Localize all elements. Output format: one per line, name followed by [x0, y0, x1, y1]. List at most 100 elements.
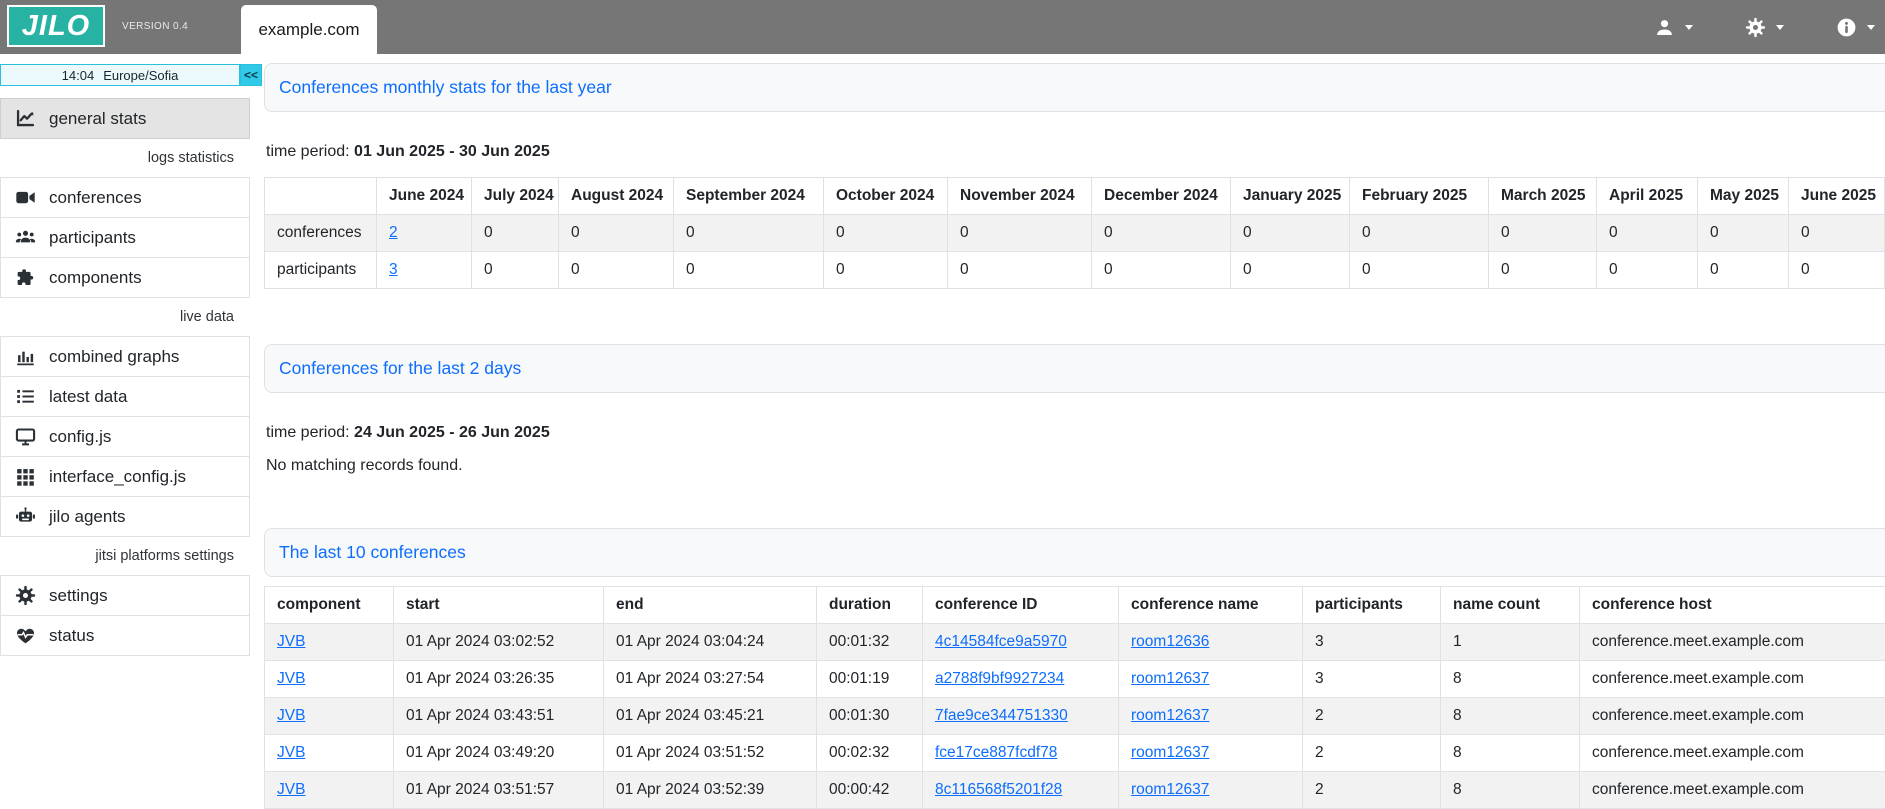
- video-icon: [15, 187, 36, 208]
- stat-value-cell: 0: [1789, 252, 1885, 289]
- sidebar-item-general-stats[interactable]: general stats: [0, 98, 250, 139]
- user-menu[interactable]: [1654, 17, 1693, 38]
- start-cell: 01 Apr 2024 03:43:51: [394, 698, 604, 735]
- last-conferences-table: componentstartenddurationconference IDco…: [264, 586, 1885, 809]
- sidebar-item-conferences[interactable]: conferences: [0, 177, 250, 218]
- conference-name-link[interactable]: room12636: [1131, 633, 1209, 650]
- chevron-down-icon: [1685, 25, 1693, 30]
- user-icon: [1654, 17, 1675, 38]
- stat-value-cell: 0: [559, 252, 674, 289]
- time-period-value: 24 Jun 2025 - 26 Jun 2025: [354, 424, 550, 441]
- end-cell: 01 Apr 2024 03:45:21: [604, 698, 817, 735]
- conference-id-link[interactable]: a2788f9bf9927234: [935, 670, 1064, 687]
- stat-value-cell: 0: [948, 252, 1092, 289]
- gear-icon: [1745, 17, 1766, 38]
- component-cell: JVB: [265, 735, 394, 772]
- component-cell: JVB: [265, 661, 394, 698]
- sidebar-item-interface-config-js[interactable]: interface_config.js: [0, 456, 250, 497]
- conference-name-link[interactable]: room12637: [1131, 670, 1209, 687]
- conference-id-link[interactable]: fce17ce887fcdf78: [935, 744, 1057, 761]
- stat-value-cell: 3: [377, 252, 472, 289]
- conference-id-cell: a2788f9bf9927234: [923, 661, 1119, 698]
- sidebar-collapse-button[interactable]: <<: [240, 64, 262, 86]
- conference-id-link[interactable]: 4c14584fce9a5970: [935, 633, 1067, 650]
- conference-name-link[interactable]: room12637: [1131, 744, 1209, 761]
- conference-id-cell: 8c116568f5201f28: [923, 772, 1119, 809]
- component-link[interactable]: JVB: [277, 633, 305, 650]
- conference-host-cell: conference.meet.example.com: [1580, 624, 1885, 661]
- sidebar-item-status[interactable]: status: [0, 615, 250, 656]
- grid-icon: [15, 466, 36, 487]
- name-count-cell: 1: [1441, 624, 1580, 661]
- sidebar-item-config-js[interactable]: config.js: [0, 416, 250, 457]
- stat-value-cell: 0: [1231, 252, 1350, 289]
- stat-value-cell: 0: [472, 252, 559, 289]
- info-menu[interactable]: [1836, 17, 1875, 38]
- conference-id-cell: fce17ce887fcdf78: [923, 735, 1119, 772]
- conference-id-link[interactable]: 8c116568f5201f28: [935, 781, 1062, 798]
- sidebar-item-components[interactable]: components: [0, 257, 250, 298]
- bar-chart-icon: [15, 346, 36, 367]
- column-header: name count: [1441, 587, 1580, 624]
- stat-value-cell: 0: [1350, 252, 1489, 289]
- sidebar-item-jilo-agents[interactable]: jilo agents: [0, 496, 250, 537]
- name-count-cell: 8: [1441, 772, 1580, 809]
- settings-menu[interactable]: [1745, 17, 1784, 38]
- sidebar-item-latest-data[interactable]: latest data: [0, 376, 250, 417]
- sidebar-item-label: general stats: [49, 109, 146, 129]
- end-cell: 01 Apr 2024 03:27:54: [604, 661, 817, 698]
- card-title-last-10-conferences[interactable]: The last 10 conferences: [264, 528, 1885, 577]
- start-cell: 01 Apr 2024 03:51:57: [394, 772, 604, 809]
- stat-value-cell: 0: [1092, 252, 1231, 289]
- month-column-header: March 2025: [1489, 178, 1597, 215]
- sidebar-item-label: jilo agents: [49, 507, 126, 527]
- stat-value-cell: 0: [824, 215, 948, 252]
- card-title-monthly-stats[interactable]: Conferences monthly stats for the last y…: [264, 63, 1885, 112]
- stat-value-cell: 0: [1092, 215, 1231, 252]
- time-period-monthly: time period: 01 Jun 2025 - 30 Jun 2025: [266, 143, 1885, 161]
- component-link[interactable]: JVB: [277, 670, 305, 687]
- conference-id-link[interactable]: 7fae9ce344751330: [935, 707, 1068, 724]
- start-cell: 01 Apr 2024 03:02:52: [394, 624, 604, 661]
- stat-value-cell: 0: [559, 215, 674, 252]
- chart-line-icon: [15, 108, 36, 129]
- name-count-cell: 8: [1441, 661, 1580, 698]
- sidebar-item-settings[interactable]: settings: [0, 575, 250, 616]
- sidebar-item-combined-graphs[interactable]: combined graphs: [0, 336, 250, 377]
- conference-name-cell: room12637: [1119, 661, 1303, 698]
- stat-value-cell: 0: [1698, 252, 1789, 289]
- conference-name-cell: room12637: [1119, 735, 1303, 772]
- table-row: participants3000000000000: [265, 252, 1885, 289]
- robot-icon: [15, 506, 36, 527]
- gear-icon: [15, 585, 36, 606]
- column-header: end: [604, 587, 817, 624]
- duration-cell: 00:02:32: [817, 735, 923, 772]
- sidebar-item-participants[interactable]: participants: [0, 217, 250, 258]
- month-column-header: February 2025: [1350, 178, 1489, 215]
- conference-name-cell: room12637: [1119, 772, 1303, 809]
- month-column-header: July 2024: [472, 178, 559, 215]
- component-link[interactable]: JVB: [277, 707, 305, 724]
- stat-value-link[interactable]: 3: [389, 261, 398, 278]
- component-link[interactable]: JVB: [277, 744, 305, 761]
- clock-time: 14:04: [62, 68, 95, 83]
- card-title-last-2-days[interactable]: Conferences for the last 2 days: [264, 344, 1885, 393]
- conference-name-link[interactable]: room12637: [1131, 707, 1209, 724]
- sidebar-section-label: jitsi platforms settings: [0, 537, 250, 575]
- name-count-cell: 8: [1441, 698, 1580, 735]
- component-link[interactable]: JVB: [277, 781, 305, 798]
- sidebar-item-label: status: [49, 626, 94, 646]
- stat-value-cell: 0: [1597, 215, 1698, 252]
- sidebar-item-label: latest data: [49, 387, 127, 407]
- no-records-message: No matching records found.: [266, 457, 1885, 475]
- time-period-label: time period:: [266, 424, 350, 441]
- time-period-recent: time period: 24 Jun 2025 - 26 Jun 2025: [266, 424, 1885, 442]
- month-column-header: January 2025: [1231, 178, 1350, 215]
- table-row: JVB01 Apr 2024 03:51:5701 Apr 2024 03:52…: [265, 772, 1885, 809]
- table-header-row: componentstartenddurationconference IDco…: [265, 587, 1885, 624]
- stat-value-cell: 0: [1231, 215, 1350, 252]
- table-row: conferences2000000000000: [265, 215, 1885, 252]
- conference-name-link[interactable]: room12637: [1131, 781, 1209, 798]
- platform-tab[interactable]: example.com: [241, 5, 377, 54]
- stat-value-link[interactable]: 2: [389, 224, 398, 241]
